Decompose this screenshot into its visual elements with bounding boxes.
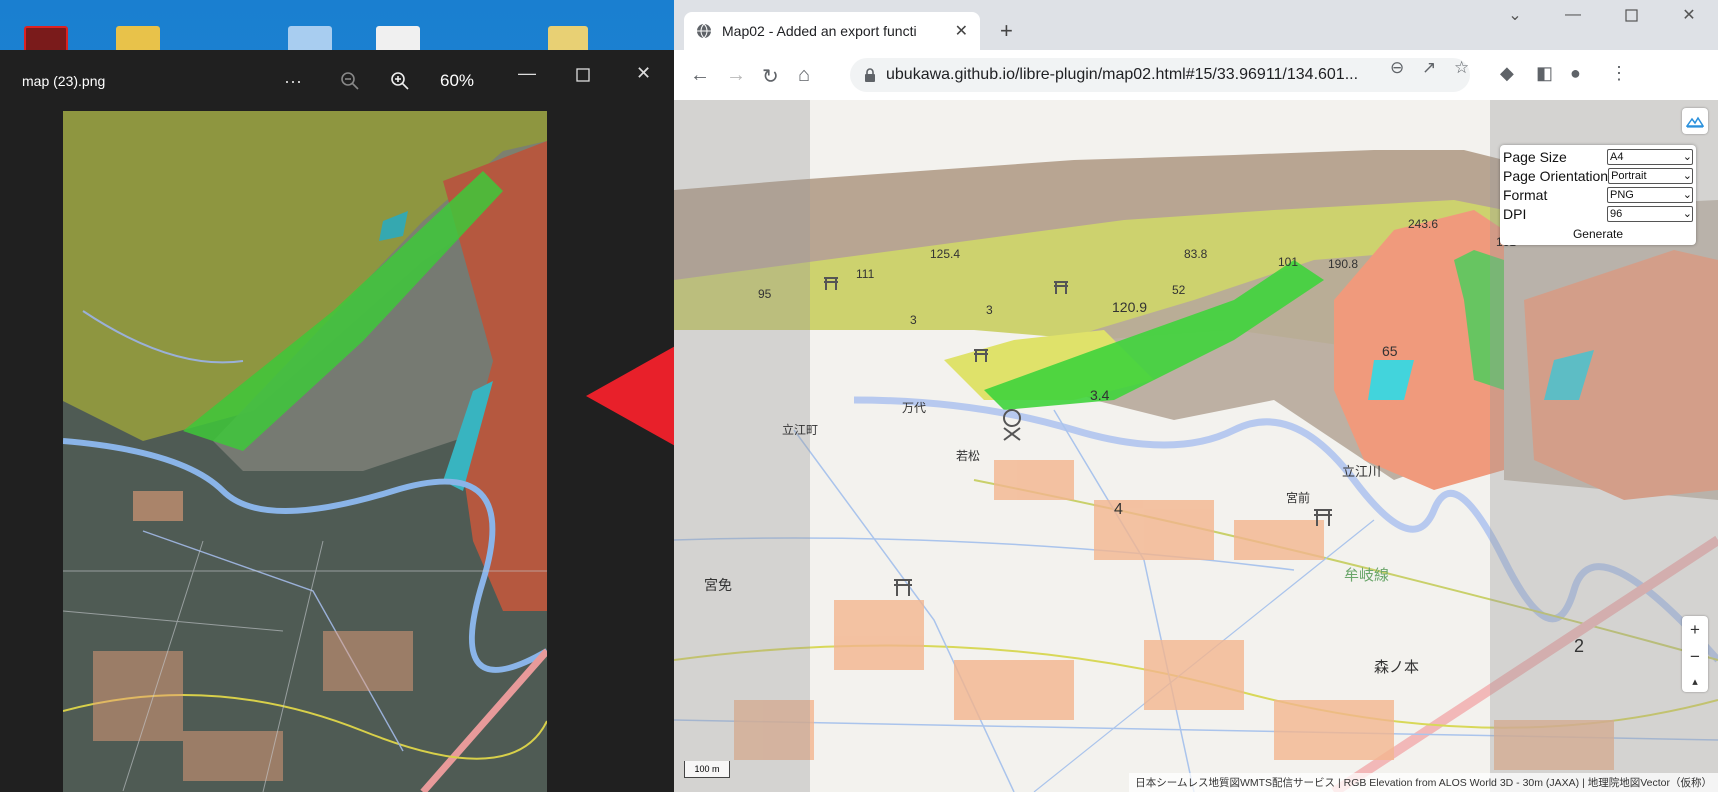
format-label: Format [1503,186,1548,203]
url-text: ubukawa.github.io/libre-plugin/map02.htm… [886,66,1359,83]
label-65: 65 [1382,343,1398,359]
label-111: 111 [856,267,875,281]
page-size-row: Page Size A4 ⌄ [1503,147,1693,166]
minimize-icon[interactable]: — [518,60,536,86]
page-orientation-row: Page Orientation Portrait ⌄ [1503,166,1693,185]
page-orientation-select[interactable]: Portrait ⌄ [1608,167,1693,184]
viewer-titlebar: map (23).png ··· 60% — ✕ [0,50,674,112]
export-control-button[interactable] [1682,108,1708,134]
tab-search-icon[interactable]: ⌄ [1486,0,1544,30]
zoom-level: 60% [440,71,475,90]
dpi-label: DPI [1503,205,1527,222]
more-icon[interactable]: ··· [284,68,302,94]
zoom-out-icon[interactable] [340,68,360,94]
tab-title: Map02 - Added an export functi [722,23,917,39]
home-icon[interactable]: ⌂ [798,64,810,87]
map-attribution: 日本シームレス地質図WMTS配信サービス | RGB Elevation fro… [1129,773,1718,792]
label-190-8: 190.8 [1328,257,1358,271]
chevron-down-icon: ⌄ [1682,208,1692,220]
navigation-control: + − ▴ [1682,616,1708,692]
label-52: 52 [1172,283,1186,297]
viewer-title: map (23).png [22,73,106,89]
profile-avatar-icon[interactable]: ● [1570,63,1581,84]
scale-bar: 100 m [684,761,730,778]
extensions-icon[interactable]: ◆ [1500,63,1514,84]
browser-window: Map02 - Added an export functi ✕ + ⌄ — ✕… [674,0,1718,792]
browser-toolbar: ← → ↻ ⌂ ubukawa.github.io/libre-plugin/m… [674,50,1718,100]
page-orientation-label: Page Orientation [1503,167,1609,184]
map-viewport[interactable]: 125.4 111 95 3 3 83.8 52 101 190.8 243.6… [674,100,1718,792]
generate-button[interactable]: Generate [1503,227,1693,241]
label-tateemachi: 立江町 [782,422,818,437]
chevron-down-icon: ⌄ [1682,189,1692,201]
label-95: 95 [758,287,772,301]
zoom-out-icon[interactable]: ⊖ [1390,58,1404,78]
export-panel: Page Size A4 ⌄ Page Orientation Portrait ⌄… [1500,145,1696,245]
maximize-icon[interactable] [576,62,590,88]
compass-icon[interactable]: ▴ [1692,675,1698,688]
format-select[interactable]: PNG ⌄ [1607,186,1693,203]
label-mugisen: 牟岐線 [1344,567,1389,584]
chevron-down-icon: ⌄ [1682,151,1692,163]
zoom-in-button[interactable]: + [1690,620,1700,640]
label-morinomoto: 森ノ本 [1374,659,1419,676]
exported-map-image [63,111,547,792]
photo-viewer-window: map (23).png ··· 60% — ✕ [0,50,674,792]
new-tab-button[interactable]: + [1000,18,1013,44]
page-size-label: Page Size [1503,148,1567,165]
chevron-down-icon: ⌄ [1682,170,1692,182]
mountain-icon [1686,116,1704,128]
label-120-9: 120.9 [1112,299,1147,315]
minimize-icon[interactable]: — [1544,0,1602,30]
menu-icon[interactable]: ⋮ [1610,63,1628,84]
label-tateegawa: 立江川 [1342,464,1381,479]
share-icon[interactable]: ↗ [1422,58,1436,78]
label-mandai: 万代 [902,401,926,415]
label-3-4: 3.4 [1090,387,1110,403]
label-4: 4 [1114,501,1123,518]
label-miyamen: 宮免 [704,577,732,593]
label-2: 2 [1574,636,1584,656]
dpi-select[interactable]: 96 ⌄ [1607,205,1693,222]
zoom-out-button[interactable]: − [1690,647,1700,667]
label-miyamae: 宮前 [1286,490,1310,505]
forward-icon[interactable]: → [726,64,746,87]
dpi-row: DPI 96 ⌄ [1503,204,1693,223]
tab-map02[interactable]: Map02 - Added an export functi ✕ [684,12,980,50]
tab-strip: Map02 - Added an export functi ✕ + ⌄ — ✕ [674,0,1718,50]
label-3b: 3 [986,303,993,317]
maximize-icon[interactable] [1602,0,1660,30]
label-125-4: 125.4 [930,247,960,261]
label-101: 101 [1278,255,1298,269]
side-panel-icon[interactable]: ◧ [1536,63,1553,84]
page-size-select[interactable]: A4 ⌄ [1607,148,1693,165]
globe-icon [697,23,711,39]
label-243: 243.6 [1408,217,1438,231]
format-row: Format PNG ⌄ [1503,185,1693,204]
label-3a: 3 [910,313,917,327]
tab-close-icon[interactable]: ✕ [955,21,968,41]
close-icon[interactable]: ✕ [636,60,651,86]
label-wakamatsu: 若松 [956,449,980,463]
bookmark-star-icon[interactable]: ☆ [1454,58,1469,78]
zoom-in-icon[interactable] [390,68,410,94]
lock-icon [865,68,875,82]
address-bar[interactable]: ubukawa.github.io/libre-plugin/map02.htm… [850,58,1470,92]
label-83-8: 83.8 [1184,247,1208,261]
close-icon[interactable]: ✕ [1660,0,1718,30]
reload-icon[interactable]: ↻ [762,64,779,89]
back-icon[interactable]: ← [690,64,710,87]
